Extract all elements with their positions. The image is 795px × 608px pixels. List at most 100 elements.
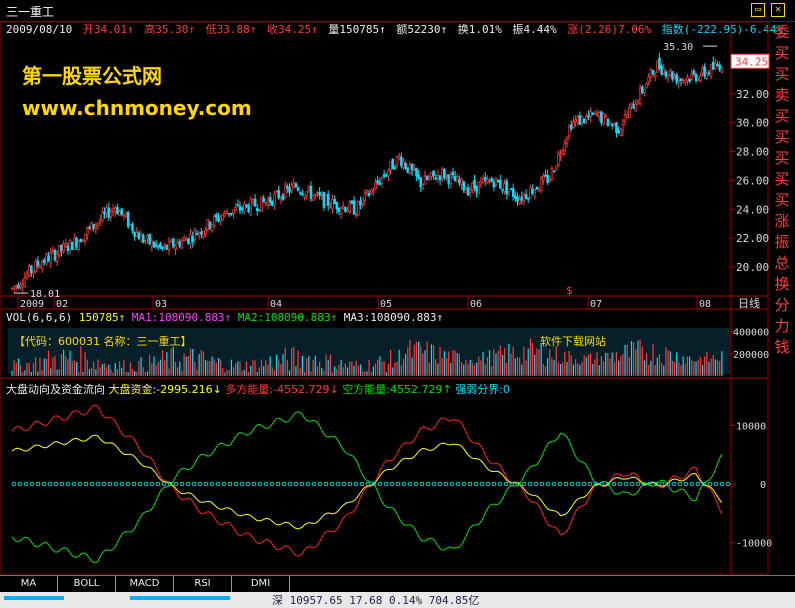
candle-body	[537, 188, 541, 192]
candle-body	[47, 255, 50, 262]
threshold-marker	[251, 481, 257, 487]
candle-body	[191, 236, 194, 243]
threshold-marker	[161, 481, 167, 487]
candle-body	[406, 167, 410, 173]
threshold-marker	[677, 481, 683, 487]
threshold-marker	[485, 481, 491, 487]
candle-body	[25, 273, 29, 279]
candle-body	[163, 245, 166, 248]
candle-body	[374, 182, 377, 190]
candle-body	[234, 207, 237, 211]
threshold-marker	[413, 481, 419, 487]
candle-body	[129, 223, 132, 226]
candle-body	[563, 142, 567, 151]
candle-body	[324, 195, 328, 206]
candle-body	[217, 217, 220, 222]
candle-body	[385, 175, 388, 177]
tab-rsi[interactable]: RSI	[174, 576, 232, 592]
candle-body	[410, 164, 414, 171]
threshold-marker	[365, 481, 371, 487]
tab-ma[interactable]: MA	[0, 576, 58, 592]
candle-body	[271, 200, 274, 206]
candle-body	[567, 126, 571, 137]
candle-body	[187, 238, 190, 244]
candle-body	[486, 179, 489, 183]
candle-body	[107, 207, 111, 219]
candle-body	[662, 68, 666, 74]
threshold-marker	[539, 481, 545, 487]
candle-body	[507, 190, 511, 193]
candle-body	[122, 214, 126, 217]
candle-body	[520, 196, 524, 201]
download-banner: 软件下载网站	[540, 335, 606, 348]
candle-body	[27, 265, 31, 277]
candle-body	[668, 70, 672, 76]
status-progress-1	[4, 596, 64, 600]
candle-body	[208, 221, 212, 229]
candle-body	[378, 182, 382, 185]
candle-body	[632, 104, 635, 109]
candle-body	[135, 231, 139, 238]
threshold-marker	[239, 481, 245, 487]
candle-body	[524, 194, 528, 199]
candle-body	[565, 138, 569, 144]
candle-body	[195, 233, 199, 236]
threshold-marker	[275, 481, 281, 487]
candle-body	[535, 186, 539, 190]
fund-title: 大盘动向及资金流向	[6, 383, 105, 396]
fund-big: 大盘资金:-2995.216↓	[108, 383, 222, 396]
tab-macd[interactable]: MACD	[116, 576, 174, 592]
candle-body	[152, 242, 156, 248]
candle-body	[245, 204, 248, 207]
chart-canvas[interactable]: 32.00 30.00 28.00 26.00 24.00 22.00 20.00 34.25…	[0, 0, 795, 608]
candle-body	[636, 101, 640, 105]
candle-body	[73, 237, 76, 250]
candle-body	[184, 239, 188, 242]
volume-header: VOL(6,6,6) 150785↑ MA1:108090.883↑ MA2:1…	[6, 311, 443, 324]
price-marker: $	[566, 284, 573, 297]
candle-body	[103, 211, 106, 214]
candle-body	[696, 79, 700, 82]
candle-body	[367, 192, 371, 196]
candle-body	[49, 252, 52, 263]
threshold-marker	[359, 481, 365, 487]
candle-body	[428, 176, 431, 181]
candle-body	[699, 75, 702, 82]
candle-body	[608, 122, 612, 125]
xaxis-tick-label: 04	[270, 299, 282, 310]
candle-body	[77, 240, 80, 250]
threshold-marker	[53, 481, 59, 487]
candle-body	[453, 175, 457, 182]
vol-tick-label: 400000	[733, 328, 769, 339]
side-info-strip: 委买买卖买买买买买涨振总换分力钱	[769, 22, 795, 574]
candle-body	[275, 190, 278, 193]
tab-dmi[interactable]: DMI	[232, 576, 290, 592]
threshold-marker	[209, 481, 215, 487]
candle-body	[600, 111, 603, 124]
candle-body	[492, 181, 496, 188]
threshold-marker	[107, 481, 113, 487]
candle-body	[144, 240, 147, 242]
candle-body	[363, 192, 367, 201]
code-banner: 【代码：600031 名称：三一重工】	[14, 335, 192, 348]
xaxis-tick-label: 05	[380, 299, 392, 310]
tab-boll[interactable]: BOLL	[58, 576, 116, 592]
candle-body	[105, 207, 108, 214]
candle-body	[75, 237, 78, 248]
candle-body	[656, 60, 659, 73]
candle-body	[180, 240, 184, 249]
threshold-marker	[443, 481, 449, 487]
candle-body	[81, 240, 85, 243]
candle-body	[266, 199, 270, 206]
candle-body	[344, 206, 347, 212]
candle-body	[316, 192, 319, 195]
candle-body	[98, 219, 102, 223]
candle-body	[333, 198, 336, 205]
threshold-marker	[329, 481, 335, 487]
threshold-marker	[341, 481, 347, 487]
candle-body	[660, 65, 663, 75]
threshold-marker	[473, 481, 479, 487]
candle-body	[23, 276, 27, 287]
fund-bear: 空方能量:4552.729↑	[342, 383, 452, 396]
candle-body	[694, 74, 698, 81]
